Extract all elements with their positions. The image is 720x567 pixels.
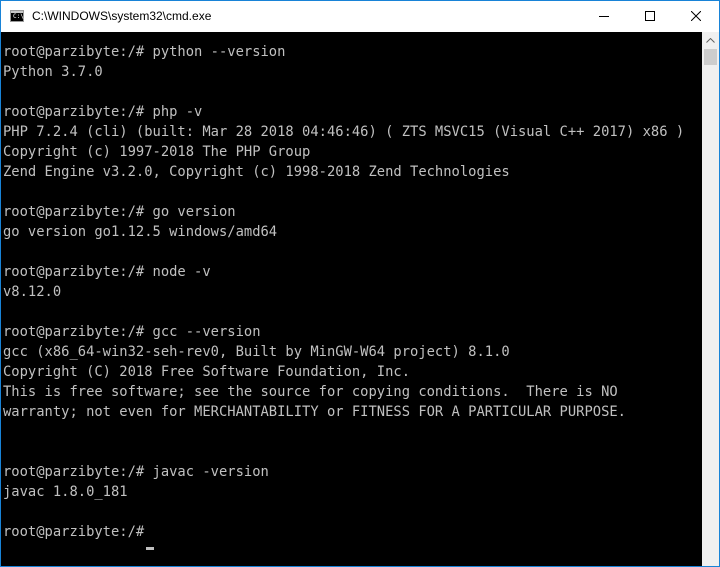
console-line: root@parzibyte:/# node -v xyxy=(3,264,211,280)
title-bar[interactable]: C:\ C:\WINDOWS\system32\cmd.exe xyxy=(1,1,719,32)
scroll-down-button[interactable] xyxy=(702,549,719,566)
console-line: Zend Engine v3.2.0, Copyright (c) 1998-2… xyxy=(3,164,510,180)
console-line: root@parzibyte:/# gcc --version xyxy=(3,324,261,340)
console-line: v8.12.0 xyxy=(3,284,62,300)
app-icon-text: C:\ xyxy=(13,13,24,20)
maximize-button[interactable] xyxy=(627,1,673,32)
console-line: This is free software; see the source fo… xyxy=(3,384,618,400)
minimize-icon xyxy=(599,16,609,17)
console-line: warranty; not even for MERCHANTABILITY o… xyxy=(3,404,626,420)
console-line: Copyright (c) 1997-2018 The PHP Group xyxy=(3,144,311,160)
cmd-app-icon[interactable]: C:\ xyxy=(10,10,24,22)
window-title: C:\WINDOWS\system32\cmd.exe xyxy=(32,9,212,23)
console-line: root@parzibyte:/# python --version xyxy=(3,44,286,60)
console-line: PHP 7.2.4 (cli) (built: Mar 28 2018 04:4… xyxy=(3,124,685,140)
scrollbar-thumb[interactable] xyxy=(704,49,717,65)
console-line: Copyright (C) 2018 Free Software Foundat… xyxy=(3,364,411,380)
console-line: gcc (x86_64-win32-seh-rev0, Built by Min… xyxy=(3,344,510,360)
vertical-scrollbar[interactable] xyxy=(702,32,719,566)
console-line: root@parzibyte:/# javac -version xyxy=(3,464,269,480)
maximize-icon xyxy=(645,11,655,21)
chevron-up-icon xyxy=(706,38,715,43)
console-line: Python 3.7.0 xyxy=(3,64,103,80)
console-line: root@parzibyte:/# go version xyxy=(3,204,236,220)
scroll-up-button[interactable] xyxy=(702,32,719,49)
console-line: root@parzibyte:/# xyxy=(3,524,153,540)
minimize-button[interactable] xyxy=(581,1,627,32)
console-line: go version go1.12.5 windows/amd64 xyxy=(3,224,278,240)
console-line: root@parzibyte:/# php -v xyxy=(3,104,203,120)
cmd-window: C:\ C:\WINDOWS\system32\cmd.exe root@par… xyxy=(0,0,720,567)
console-line: javac 1.8.0_181 xyxy=(3,484,128,500)
console-output[interactable]: root@parzibyte:/# python --version Python… xyxy=(1,32,702,566)
close-button[interactable] xyxy=(673,1,719,32)
close-icon xyxy=(691,11,701,21)
text-cursor xyxy=(146,547,154,550)
